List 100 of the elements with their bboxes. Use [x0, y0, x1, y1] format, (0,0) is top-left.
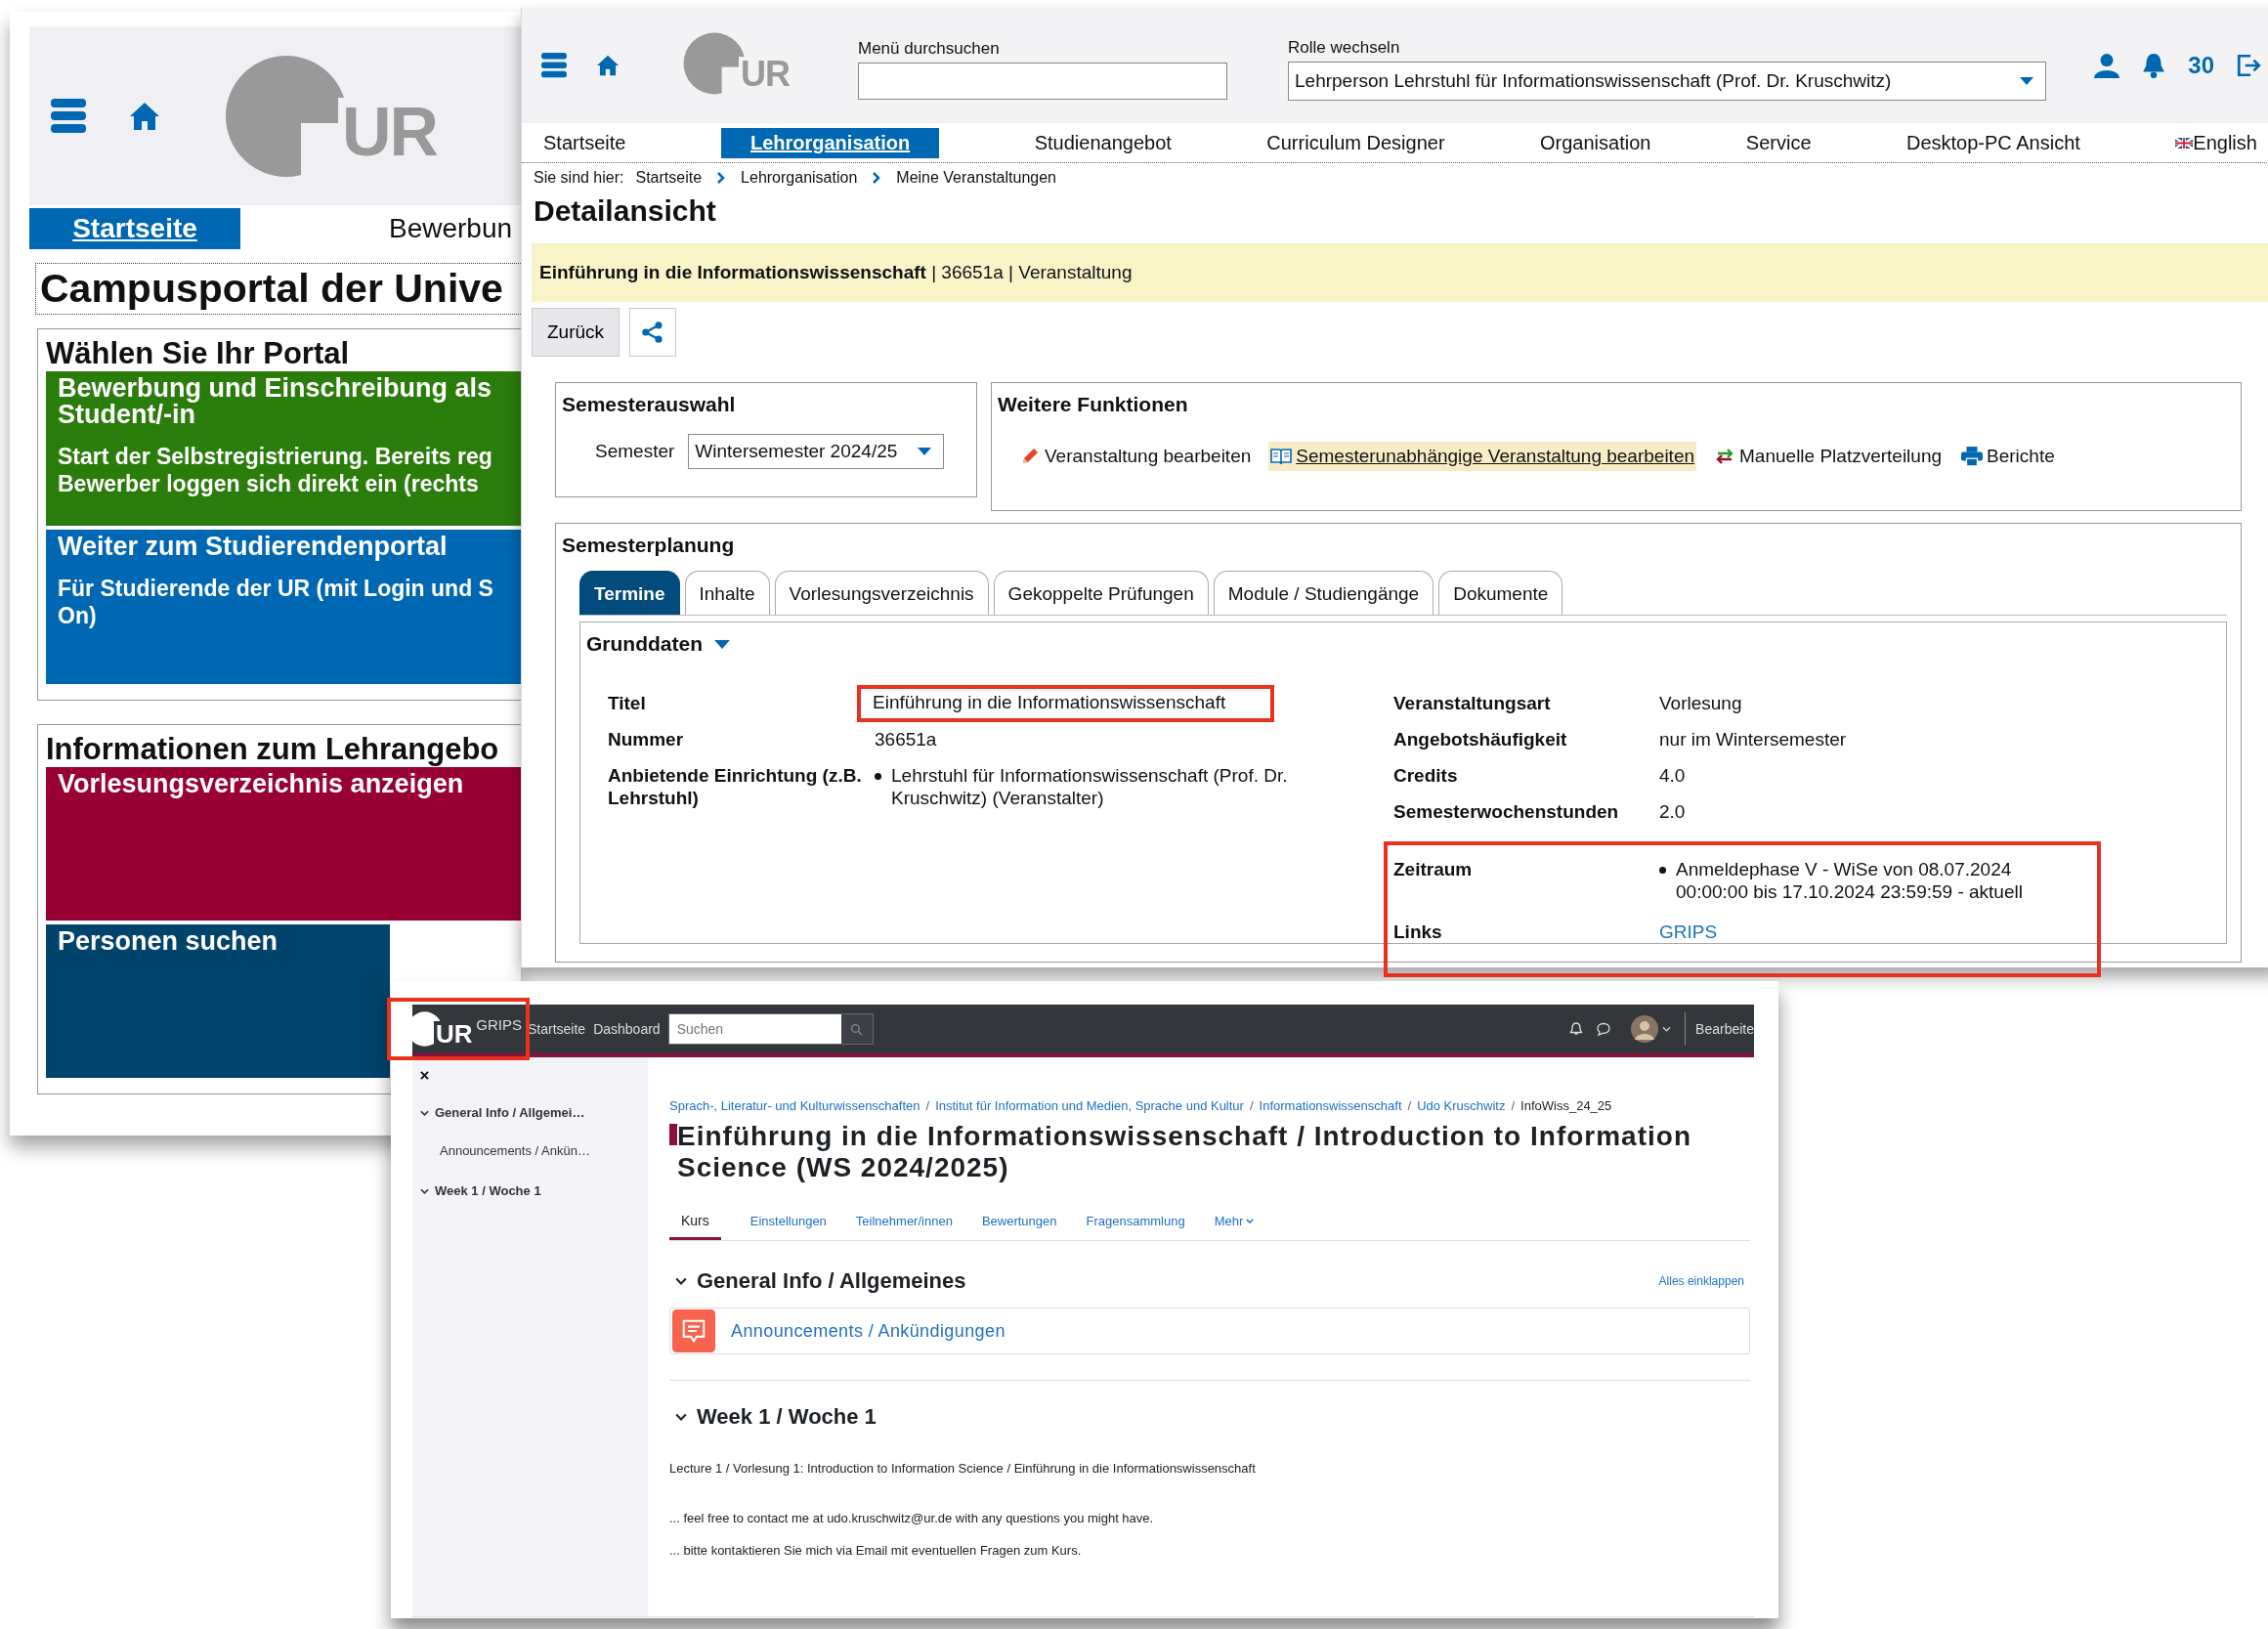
breadcrumb-link[interactable]: Informationswissenschaft: [1259, 1098, 1402, 1113]
bullet-icon: [875, 773, 881, 780]
menu-item[interactable]: Organisation: [1540, 127, 1651, 158]
tab[interactable]: Gekoppelte Prüfungen: [993, 571, 1209, 615]
title-marker: [669, 1124, 677, 1145]
language-link[interactable]: English: [2175, 131, 2257, 154]
caret-icon[interactable]: [1662, 1026, 1672, 1032]
logout-icon[interactable]: [2236, 53, 2261, 78]
sidebar-item[interactable]: Week 1 / Woche 1: [420, 1183, 648, 1198]
activity-row[interactable]: Announcements / Ankündigungen: [669, 1307, 1750, 1355]
field-value: nur im Wintersemester: [1659, 729, 1847, 751]
breadcrumb-link[interactable]: Institut für Information und Medien, Sprache und Kultur: [935, 1098, 1244, 1113]
field-label: Angebotshäufigkeit: [1393, 729, 1568, 751]
caret-icon: [2020, 77, 2033, 85]
nav-tab[interactable]: Startseite: [29, 208, 240, 249]
field-label: Links: [1393, 922, 1443, 944]
tile-title: Bewerbung und Einschreibung als Student/-in: [58, 375, 493, 429]
breadcrumb-link[interactable]: Meine Veranstaltungen: [896, 169, 1056, 187]
portal-tile[interactable]: Weiter zum Studierendenportal Für Studierende der UR (mit Login und S On): [46, 530, 521, 685]
semester-select[interactable]: Wintersemester 2024/25: [688, 434, 945, 469]
field-value: Anmeldephase V - WiSe von 08.07.2024 00:00:00 bis 17.10.2024 23:59:59 - aktuell: [1676, 859, 2024, 904]
notification-count[interactable]: 30: [2188, 52, 2214, 79]
function-link[interactable]: Berichte: [1959, 442, 2057, 471]
tab[interactable]: Mehr: [1214, 1205, 1255, 1241]
tab[interactable]: Vorlesungsverzeichnis: [774, 571, 989, 615]
tab[interactable]: Bewertungen: [981, 1205, 1057, 1241]
nav-link[interactable]: Startseite: [528, 1021, 586, 1037]
tile-title: Vorlesungsverzeichnis anzeigen: [58, 771, 465, 798]
field-label: Zeitraum: [1393, 859, 1474, 881]
chevron-icon: [675, 1277, 687, 1286]
breadcrumb-link[interactable]: Startseite: [635, 169, 703, 187]
paragraph: ... feel free to contact me at udo.kruschwitz@ur.de with any questions you might have.: [669, 1511, 1155, 1526]
home-icon[interactable]: [596, 55, 620, 76]
menu-search-field[interactable]: [858, 63, 1227, 100]
menu-icon[interactable]: [51, 96, 86, 136]
breadcrumb-separator: /: [925, 1098, 930, 1113]
menu-icon[interactable]: [541, 51, 567, 80]
search-field[interactable]: Suchen: [667, 1013, 874, 1045]
breadcrumb-link[interactable]: Lehrorganisation: [741, 169, 858, 187]
menu-item[interactable]: Desktop-PC Ansicht: [1906, 127, 2080, 158]
tab[interactable]: Dokumente: [1438, 571, 1563, 615]
field-label: Veranstaltungsart: [1393, 693, 1552, 715]
breadcrumb-link[interactable]: Udo Kruschwitz: [1417, 1098, 1506, 1113]
field-value: Einführung in die Informationswissenschaft: [857, 685, 1275, 722]
paragraph: Lecture 1 / Vorlesung 1: Introduction to Information Science / Einführung in die Informationswissenschaft: [669, 1461, 1257, 1477]
field-label: Semesterwochenstunden: [1393, 801, 1620, 824]
sidebar-item[interactable]: General Info / Allgemei…: [420, 1105, 648, 1120]
chevron-icon: [717, 172, 726, 184]
menu-item[interactable]: Curriculum Designer: [1266, 127, 1445, 158]
share-icon: [641, 321, 664, 344]
caret-icon: [714, 639, 730, 649]
portal-tile[interactable]: Vorlesungsverzeichnis anzeigen: [46, 767, 521, 922]
tab[interactable]: Fragensammlung: [1086, 1205, 1185, 1241]
caret-icon: [918, 448, 932, 455]
tab[interactable]: Module / Studiengänge: [1213, 571, 1434, 615]
section-toggle[interactable]: Week 1 / Woche 1: [675, 1404, 877, 1431]
page-title: Detailansicht: [533, 193, 717, 228]
home-icon[interactable]: [129, 101, 160, 131]
field-label: Nummer: [608, 729, 685, 751]
tab[interactable]: Einstellungen: [749, 1205, 827, 1241]
nav-link[interactable]: Dashboard: [593, 1021, 661, 1037]
tab[interactable]: Inhalte: [684, 571, 770, 615]
sidebar-item[interactable]: Announcements / Ankün…: [420, 1120, 648, 1158]
bell-icon[interactable]: [1568, 1021, 1585, 1037]
portal-tile[interactable]: Personen suchen: [46, 924, 390, 1079]
collapse-all-link[interactable]: Alles einklappen: [1658, 1274, 1750, 1289]
menu-item[interactable]: Studienangebot: [1034, 127, 1172, 158]
breadcrumb-link[interactable]: Sprach-, Literatur- und Kulturwissenschaften: [669, 1098, 920, 1113]
field-value: Lehrstuhl für Informationswissenschaft (Prof. Dr. Kruschwitz) (Veranstalter): [891, 765, 1289, 810]
function-link[interactable]: Semesterunabhängige Veranstaltung bearbeiten: [1268, 442, 1697, 471]
field-value: 4.0: [1659, 765, 1686, 788]
user-icon[interactable]: [2094, 53, 2120, 78]
search-icon[interactable]: [850, 1022, 864, 1036]
bullet-icon: [1659, 867, 1666, 874]
close-icon[interactable]: [420, 1071, 429, 1080]
menu-item[interactable]: Lehrorganisation: [720, 127, 940, 158]
function-link[interactable]: Manuelle Platzverteilung: [1712, 442, 1945, 471]
bell-icon[interactable]: [2141, 53, 2167, 78]
breadcrumb-link[interactable]: InfoWiss_24_25: [1520, 1098, 1612, 1113]
tab[interactable]: Kurs: [669, 1205, 721, 1241]
breadcrumb-separator: /: [1407, 1098, 1412, 1113]
section-toggle[interactable]: Grunddaten: [586, 632, 730, 656]
printer-icon: [1961, 447, 1984, 466]
field-label: Anbietende Einrichtung (z.B. Lehrstuhl): [608, 765, 863, 810]
link[interactable]: GRIPS: [1659, 922, 1718, 944]
portal-tile[interactable]: Bewerbung und Einschreibung als Student/-in Start der Selbstregistrierung. Bereits reg Bewerber loggen sich direkt ein (rechts: [46, 371, 521, 527]
section-toggle[interactable]: General Info / Allgemeines: [675, 1268, 966, 1295]
tab[interactable]: Teilnehmer/innen: [855, 1205, 953, 1241]
share-button[interactable]: [629, 308, 676, 357]
chat-icon[interactable]: [1596, 1021, 1612, 1037]
menu-item[interactable]: Startseite: [543, 127, 626, 158]
avatar-icon[interactable]: [1631, 1015, 1659, 1043]
menu-item[interactable]: Service: [1745, 127, 1812, 158]
tab[interactable]: Termine: [579, 571, 680, 615]
breadcrumb-separator: /: [1511, 1098, 1516, 1113]
university-logo: UR: [223, 52, 457, 180]
edit-mode-label[interactable]: Bearbeite: [1695, 1021, 1754, 1037]
back-button[interactable]: Zurück: [532, 308, 620, 357]
function-link[interactable]: Veranstaltung bearbeiten: [1017, 442, 1254, 471]
role-select[interactable]: Lehrperson Lehrstuhl für Informationswissenschaft (Prof. Dr. Kruschwitz): [1288, 62, 2046, 101]
